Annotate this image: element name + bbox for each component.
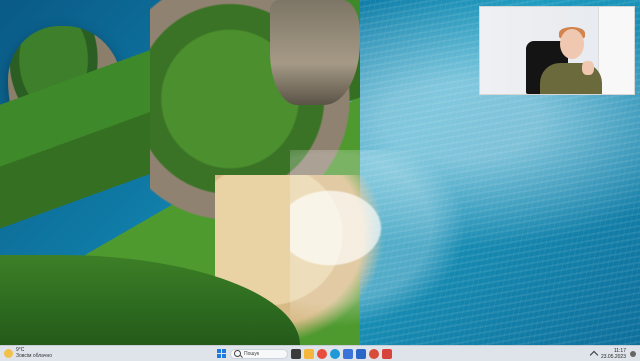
webcam-person-head	[560, 29, 584, 59]
windows-icon	[217, 349, 226, 358]
taskbar-search[interactable]: Пошук	[230, 348, 288, 359]
store-icon[interactable]	[343, 348, 353, 359]
clock[interactable]: 11:17 23.05.2023	[601, 348, 626, 360]
taskbar: 9°C Зовсім облачно Пошук 11:17 23.05.202…	[0, 345, 640, 361]
start-button[interactable]	[216, 348, 227, 359]
chrome-icon[interactable]	[317, 348, 327, 359]
edge-icon[interactable]	[330, 348, 340, 359]
chrome-icon[interactable]	[369, 348, 379, 359]
surf-foam	[290, 150, 490, 345]
weather-widget[interactable]: 9°C Зовсім облачно	[4, 347, 74, 360]
search-icon	[234, 350, 241, 357]
search-placeholder: Пошук	[244, 350, 260, 357]
webcam-door	[598, 7, 634, 94]
weather-condition: Зовсім облачно	[16, 353, 52, 359]
weather-icon	[4, 349, 13, 358]
chevron-up-icon[interactable]	[589, 350, 599, 360]
app-icon[interactable]	[382, 348, 392, 359]
taskbar-center: Пошук	[216, 347, 392, 360]
mail-icon[interactable]	[356, 348, 366, 359]
webcam-person-hand	[582, 61, 594, 75]
file-explorer-icon[interactable]	[304, 348, 314, 359]
system-tray: 11:17 23.05.2023	[589, 347, 636, 360]
notification-icon[interactable]	[630, 350, 636, 357]
clock-date: 23.05.2023	[600, 353, 626, 360]
rock-face	[270, 0, 360, 105]
task-view-icon[interactable]	[291, 348, 301, 359]
webcam-overlay	[479, 6, 635, 95]
